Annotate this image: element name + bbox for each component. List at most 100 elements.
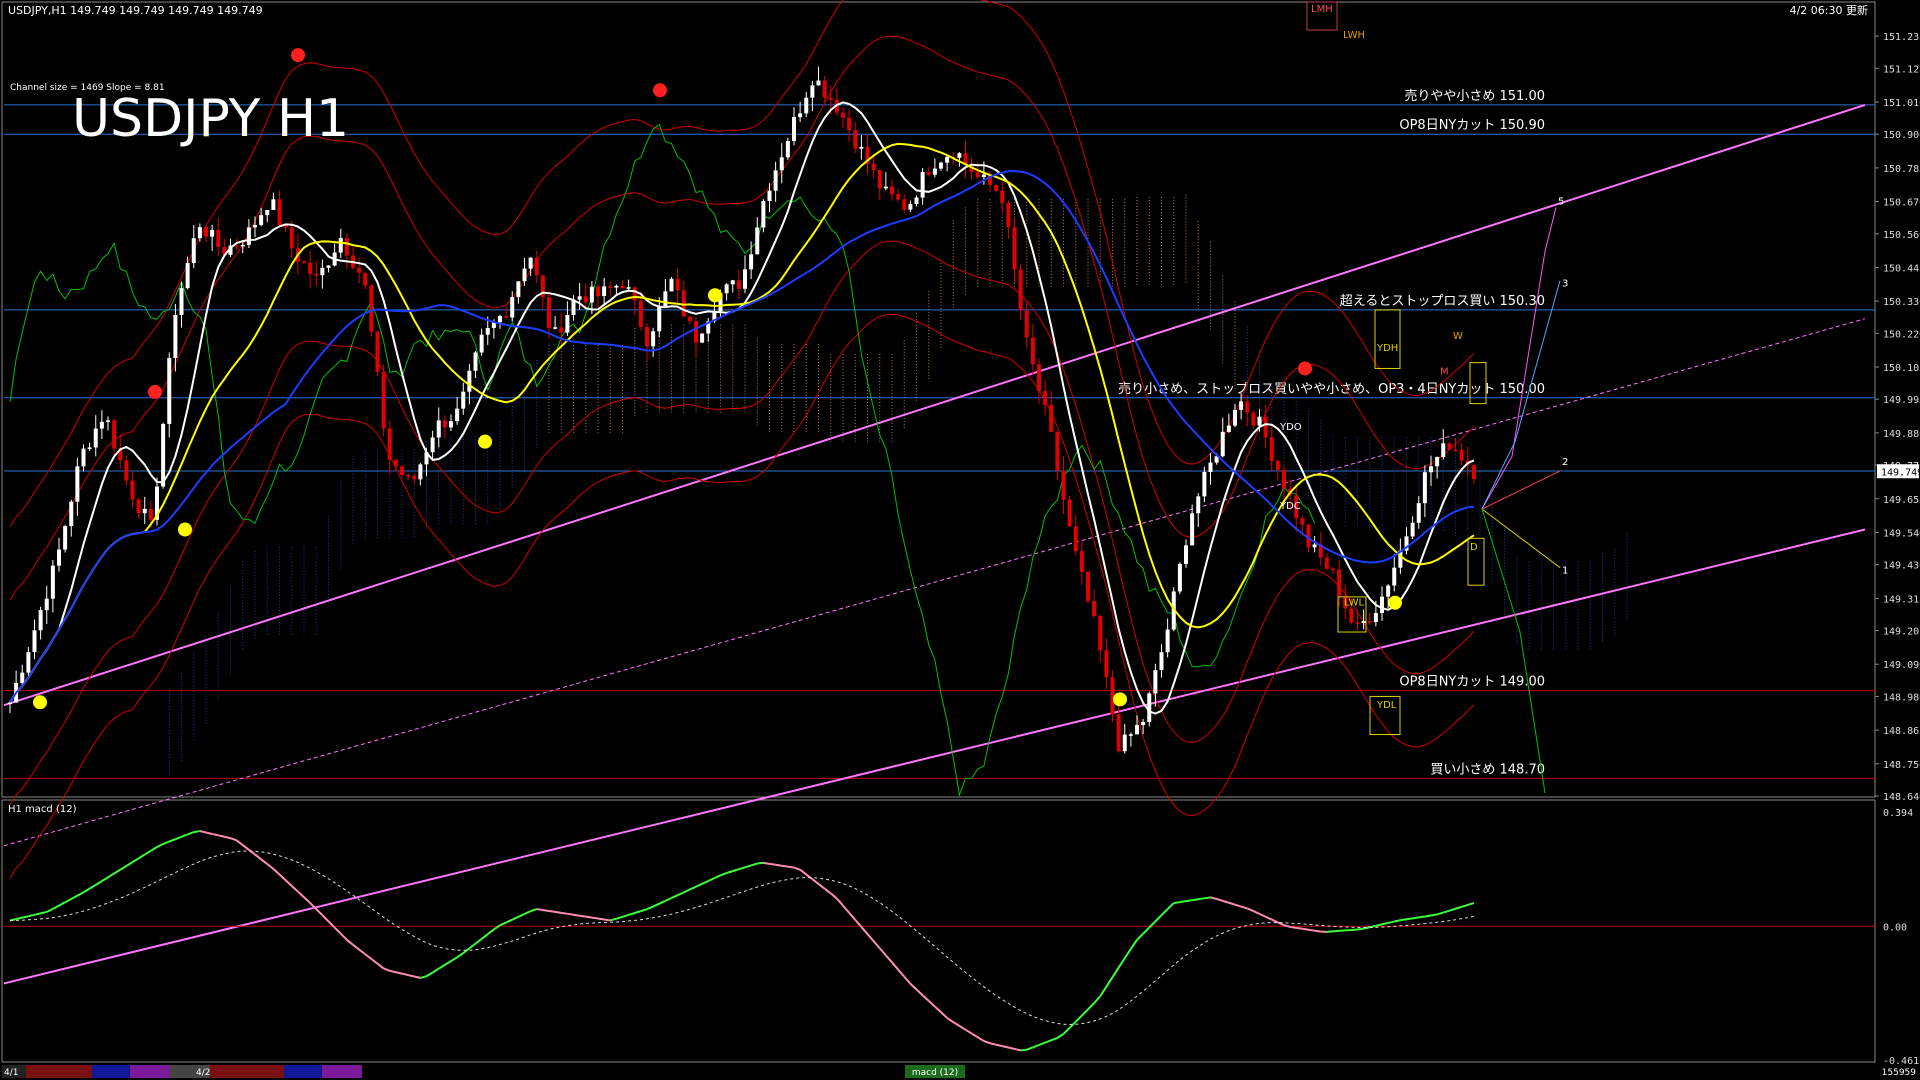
y-tick-label: 150.445 <box>1883 263 1920 274</box>
candle-body <box>1416 503 1421 523</box>
macd-line-segment <box>757 861 764 865</box>
candle-body <box>785 140 790 158</box>
candle-body <box>669 278 674 292</box>
candle-body <box>461 391 466 409</box>
candle-body <box>632 287 637 301</box>
candle-body <box>583 296 588 303</box>
macd-title: H1 macd (12) <box>8 804 77 815</box>
candle-body <box>265 209 270 216</box>
candle-body <box>1165 629 1170 653</box>
macd-line-segment <box>1179 900 1187 904</box>
candle-body <box>216 229 221 248</box>
y-tick-label: 149.205 <box>1883 627 1920 638</box>
candle-body <box>197 227 202 239</box>
candle-body <box>1030 337 1035 365</box>
candle-body <box>1233 409 1237 426</box>
candle-body <box>406 475 411 477</box>
candle-body <box>1410 522 1415 537</box>
macd-line-segment <box>40 910 47 915</box>
candle-body <box>687 316 692 322</box>
candle-body <box>57 549 61 566</box>
candle-body <box>418 464 423 480</box>
m-label: M <box>1440 366 1449 377</box>
candle-body <box>1116 714 1121 752</box>
candle-body <box>1043 391 1048 405</box>
candle-body <box>1459 449 1464 461</box>
macd-line-segment <box>199 830 207 834</box>
signal-marker <box>478 434 492 449</box>
candle-body <box>234 245 239 248</box>
y-tick-label: 151.125 <box>1883 64 1920 75</box>
candle-body <box>645 326 649 347</box>
candle-body <box>69 501 74 527</box>
macd-line-segment <box>567 912 574 916</box>
candle-body <box>1355 622 1360 624</box>
candle-body <box>338 237 343 253</box>
signal-marker <box>148 384 162 399</box>
y-tick-label: 150.900 <box>1883 130 1920 141</box>
candle-body <box>1239 401 1244 410</box>
candle-body <box>240 244 245 247</box>
candle-body <box>755 227 760 255</box>
candle-body <box>743 269 747 289</box>
candle-body <box>1135 725 1139 735</box>
macd-line-segment <box>1204 896 1211 900</box>
macd-line-segment <box>775 863 782 867</box>
candle-body <box>1128 734 1133 736</box>
candle-body <box>449 421 453 428</box>
candle-body <box>1104 650 1109 678</box>
candle-body <box>1141 722 1146 726</box>
date-tab-2[interactable]: 4/2 <box>196 1068 210 1078</box>
candle-body <box>1037 364 1041 392</box>
macd-line-segment <box>995 1043 1003 1048</box>
macd-line-segment <box>536 908 544 912</box>
y-tick-label: 150.670 <box>1883 198 1920 209</box>
signal-marker <box>291 48 305 63</box>
date-tab-1[interactable]: 4/1 <box>4 1068 18 1078</box>
candle-body <box>473 352 478 371</box>
wave-label: 2 <box>1562 457 1568 468</box>
macd-line-segment <box>769 862 776 866</box>
y-tick-label: 148.750 <box>1883 760 1920 771</box>
candle-body <box>314 273 319 276</box>
candle-body <box>724 284 729 294</box>
candle-body <box>1471 465 1476 480</box>
candle-body <box>75 466 80 502</box>
macd-line-segment <box>603 918 611 922</box>
candle-body <box>981 174 986 178</box>
candle-body <box>1067 499 1072 527</box>
wave-label: 3 <box>1562 278 1568 289</box>
candle-body <box>596 286 600 297</box>
candle-body <box>326 265 331 268</box>
candle-body <box>1055 432 1060 471</box>
candle-body <box>400 466 404 476</box>
candle-body <box>369 285 374 332</box>
candle-body <box>767 190 772 202</box>
macd-line-segment <box>763 861 770 865</box>
candle-body <box>185 263 190 289</box>
y-tick-label: 149.430 <box>1883 561 1920 572</box>
candle-body <box>1122 734 1127 752</box>
candle-body <box>320 267 325 276</box>
y-tick-label: 150.330 <box>1883 297 1920 308</box>
price-chart[interactable]: 売りやや小さめ 151.00 OP8日NYカット 150.90 超えるとストップロス… <box>0 0 1920 1080</box>
candle-body <box>975 172 980 178</box>
candle-body <box>920 172 925 198</box>
macd-line-segment <box>561 911 568 915</box>
y-tick-label: 150.785 <box>1883 164 1920 175</box>
footer-right-value: 155959 <box>1882 1068 1917 1078</box>
macd-line-segment <box>414 975 421 979</box>
macd-line-segment <box>28 913 35 918</box>
candle-body <box>804 97 809 114</box>
macd-line-segment <box>1357 927 1364 931</box>
candle-body <box>289 227 294 249</box>
candle-body <box>1153 670 1158 694</box>
candle-body <box>387 428 392 460</box>
candle-body <box>1079 551 1084 572</box>
candle-body <box>161 423 166 487</box>
candle-body <box>87 447 92 449</box>
candle-body <box>1000 190 1005 204</box>
macd-line-segment <box>1185 899 1193 903</box>
macd-line-segment <box>989 1042 997 1046</box>
candle-body <box>246 227 251 245</box>
